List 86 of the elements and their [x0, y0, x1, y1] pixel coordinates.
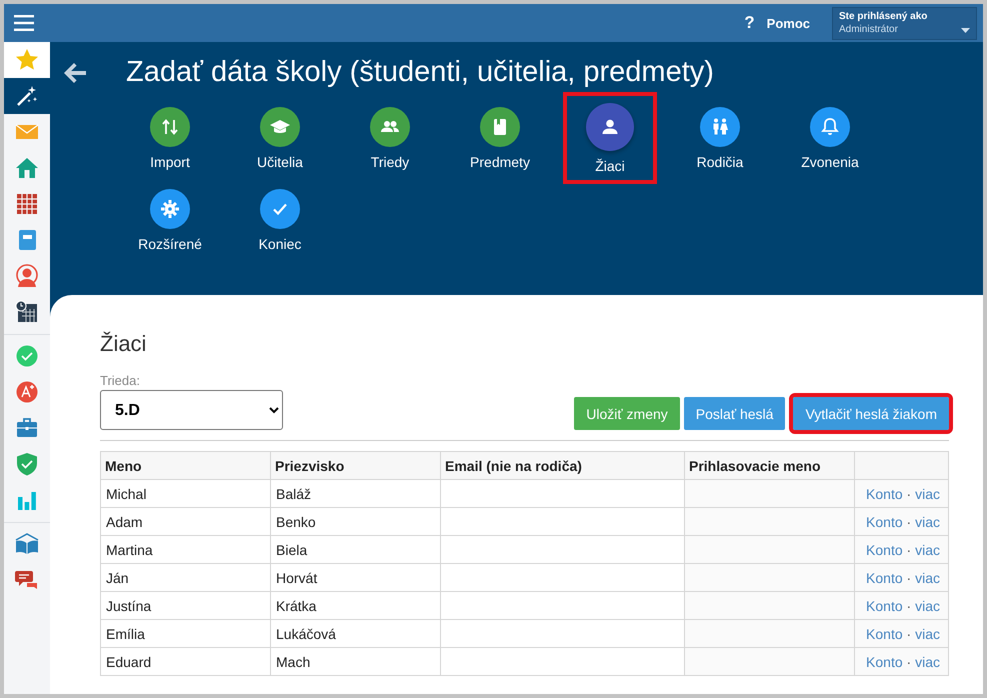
separator-dot: ·: [906, 626, 912, 642]
table-cell: Michal: [100, 480, 270, 508]
help-link[interactable]: ? Pomoc: [744, 13, 810, 33]
check-badge-icon: [15, 344, 39, 368]
house-icon: [15, 156, 39, 180]
more-link[interactable]: viac: [915, 486, 940, 502]
bell-icon: [820, 116, 840, 136]
separator-dot: ·: [906, 542, 912, 558]
column-header: Email (nie na rodiča): [440, 452, 684, 480]
account-link[interactable]: Konto: [866, 570, 903, 586]
more-link[interactable]: viac: [915, 626, 940, 642]
grade-badge-icon: [15, 380, 39, 404]
more-link[interactable]: viac: [915, 598, 940, 614]
class-select[interactable]: 5.D: [100, 390, 283, 430]
user-dropdown[interactable]: Ste prihlásený ako Administrátor: [832, 6, 977, 40]
account-link[interactable]: Konto: [866, 626, 903, 642]
step-label: Učitelia: [257, 154, 303, 170]
step-label: Triedy: [370, 154, 410, 170]
table-cell: Lukáčová: [270, 620, 440, 648]
table-cell: Eduard: [100, 648, 270, 676]
wizard-step[interactable]: Koniec: [225, 183, 335, 257]
person-icon: [600, 116, 620, 136]
more-link[interactable]: viac: [915, 542, 940, 558]
briefcase-icon: [15, 416, 39, 440]
calendar-icon: [15, 192, 39, 216]
table-cell: Martina: [100, 536, 270, 564]
table-cell: Benko: [270, 508, 440, 536]
separator-dot: ·: [906, 514, 912, 530]
menu-icon[interactable]: [14, 15, 34, 31]
separator-dot: ·: [906, 570, 912, 586]
step-label: Rodičia: [696, 154, 744, 170]
star-icon: [15, 48, 39, 72]
wizard-step[interactable]: Rodičia: [665, 101, 775, 175]
column-header: Meno: [100, 452, 270, 480]
caret-icon: [961, 28, 970, 32]
page-title: Zadať dáta školy (študenti, učitelia, predmety): [126, 56, 714, 89]
back-arrow-icon[interactable]: [64, 62, 86, 82]
separator-dot: ·: [906, 486, 912, 502]
shield-check-icon: [15, 452, 39, 476]
table-cell: Horvát: [270, 564, 440, 592]
more-link[interactable]: viac: [915, 514, 940, 530]
wizard-step[interactable]: Predmety: [445, 101, 555, 175]
wand-icon: [15, 84, 39, 108]
wizard-step[interactable]: Učitelia: [225, 101, 335, 175]
account-link[interactable]: Konto: [866, 598, 903, 614]
wizard-step[interactable]: Rozšírené: [115, 183, 225, 257]
table-cell: Biela: [270, 536, 440, 564]
step-label: Rozšírené: [138, 236, 202, 252]
account-link[interactable]: Konto: [866, 486, 903, 502]
section-title: Žiaci: [100, 331, 148, 357]
step-label: Zvonenia: [801, 154, 859, 170]
chat-bubbles-icon: [15, 568, 39, 592]
more-link[interactable]: viac: [915, 570, 940, 586]
table-cell: Emília: [100, 620, 270, 648]
wizard-step[interactable]: Žiaci: [563, 92, 657, 184]
step-label: Koniec: [258, 236, 302, 252]
table-cell: Ján: [100, 564, 270, 592]
table-cell: Baláž: [270, 480, 440, 508]
account-link[interactable]: Konto: [866, 514, 903, 530]
more-link[interactable]: viac: [915, 654, 940, 670]
action-button[interactable]: Uložiť zmeny: [574, 397, 680, 430]
separator-dot: ·: [906, 654, 912, 670]
account-link[interactable]: Konto: [866, 654, 903, 670]
step-label: Žiaci: [595, 158, 625, 174]
table-cell: Justína: [100, 592, 270, 620]
step-label: Predmety: [470, 154, 530, 170]
column-header: Priezvisko: [270, 452, 440, 480]
wizard-step[interactable]: Import: [115, 101, 225, 175]
settings-icon: [160, 198, 180, 218]
separator-dot: ·: [906, 598, 912, 614]
table-cell: Mach: [270, 648, 440, 676]
person-icon: [15, 264, 39, 288]
arrows-icon: [160, 116, 180, 136]
wizard-step[interactable]: Zvonenia: [775, 101, 885, 175]
wizard-step[interactable]: Triedy: [335, 101, 445, 175]
table-cell: Adam: [100, 508, 270, 536]
open-book-icon: [15, 532, 39, 556]
sidebar-item[interactable]: [4, 78, 50, 114]
field-label: Trieda:: [100, 373, 141, 388]
action-button[interactable]: Poslať heslá: [684, 397, 786, 430]
step-label: Import: [150, 154, 190, 170]
column-header: Prihlasovacie meno: [684, 452, 854, 480]
table-cell: Krátka: [270, 592, 440, 620]
action-button[interactable]: Vytlačiť heslá žiakom: [793, 397, 949, 430]
calendar-clock-icon: [15, 300, 39, 324]
account-link[interactable]: Konto: [866, 542, 903, 558]
